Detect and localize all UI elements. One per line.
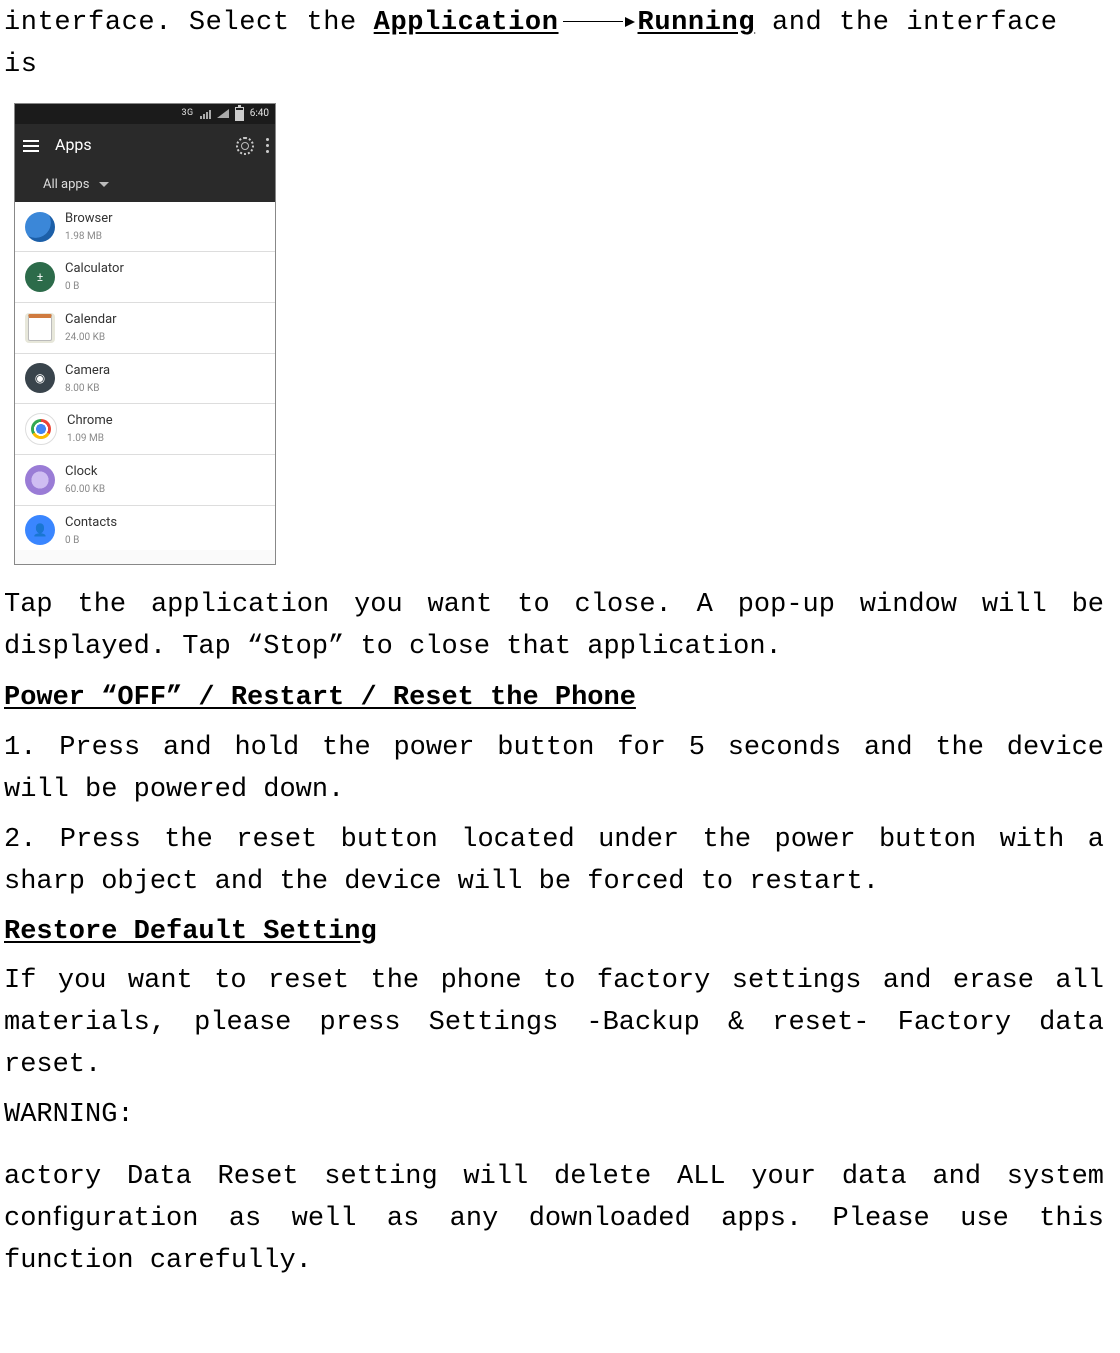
intro-prefix: interface. Select the: [4, 8, 374, 38]
app-row[interactable]: ◉ Camera8.00 KB: [15, 354, 275, 405]
app-size: 1.09 MB: [67, 431, 113, 447]
network-label: 3G: [182, 107, 194, 121]
app-size: 1.98 MB: [65, 229, 113, 245]
restore-paragraph: If you want to reset the phone to factor…: [4, 961, 1104, 1087]
intro-application-word: Application: [374, 8, 559, 38]
app-row-text: Contacts0 B: [65, 513, 117, 549]
app-row[interactable]: 👤 Contacts0 B: [15, 506, 275, 551]
signal-triangle-icon: [217, 109, 229, 118]
heading-power: Power “OFF” / Restart / Reset the Phone: [4, 678, 1104, 720]
app-name: Browser: [65, 209, 113, 229]
warning-block: actory Data Reset setting will delete AL…: [4, 1157, 1104, 1283]
clock-icon: [25, 465, 55, 495]
app-name: Clock: [65, 462, 105, 482]
gear-icon[interactable]: [236, 137, 254, 155]
warning-paragraph: actory Data Reset setting will delete AL…: [4, 1157, 1104, 1283]
power-step-2: 2. Press the reset button located under …: [4, 820, 1104, 904]
heading-restore: Restore Default Setting: [4, 912, 1104, 954]
app-row[interactable]: Calendar24.00 KB: [15, 303, 275, 354]
signal-strength-icon: [200, 109, 211, 119]
app-size: 8.00 KB: [65, 381, 110, 397]
chrome-icon: [25, 413, 57, 445]
app-size: 24.00 KB: [65, 330, 117, 346]
app-row-text: Browser1.98 MB: [65, 209, 113, 245]
power-step-1: 1. Press and hold the power button for 5…: [4, 728, 1104, 812]
warning-label: WARNING:: [4, 1095, 1104, 1137]
tap-paragraph: Tap the application you want to close. A…: [4, 585, 1104, 669]
app-row[interactable]: Browser1.98 MB: [15, 202, 275, 253]
contacts-icon: 👤: [25, 515, 55, 545]
calc-icon: ±: [25, 262, 55, 292]
app-row-text: Clock60.00 KB: [65, 462, 105, 498]
app-list: Browser1.98 MB±Calculator0 BCalendar24.0…: [15, 202, 275, 564]
filter-bar[interactable]: All apps: [15, 168, 275, 202]
status-bar: 3G 6:40: [15, 104, 275, 124]
intro-running-word: Running: [638, 8, 756, 38]
battery-icon: [235, 107, 244, 121]
overflow-menu-icon[interactable]: [266, 138, 269, 153]
phone-frame: 3G 6:40 Apps All apps Browser1.98 MB ± Cal…: [14, 103, 276, 565]
app-row[interactable]: ± Calculator0 B: [15, 252, 275, 303]
appbar-title: Apps: [55, 133, 92, 158]
camera-icon: ◉: [25, 363, 55, 393]
arrow: [559, 8, 638, 38]
status-clock: 6:40: [250, 106, 269, 122]
app-bar: Apps: [15, 124, 275, 168]
app-name: Calendar: [65, 310, 117, 330]
calendar-icon: [25, 313, 55, 343]
app-size: 0 B: [65, 533, 117, 549]
app-name: Contacts: [65, 513, 117, 533]
app-row-text: Chrome1.09 MB: [67, 411, 113, 447]
app-name: Camera: [65, 361, 110, 381]
app-name: Chrome: [67, 411, 113, 431]
caret-down-icon: [99, 182, 109, 187]
app-name: Calculator: [65, 259, 124, 279]
browser-icon: [25, 212, 55, 242]
intro-line: interface. Select the Application Running…: [4, 3, 1104, 87]
app-row-text: Calendar24.00 KB: [65, 310, 117, 346]
app-row-text: Calculator0 B: [65, 259, 124, 295]
app-row[interactable]: Chrome1.09 MB: [15, 404, 275, 455]
hamburger-icon[interactable]: [21, 138, 41, 154]
app-size: 0 B: [65, 279, 124, 295]
app-row-text: Camera8.00 KB: [65, 361, 110, 397]
filter-label: All apps: [43, 175, 89, 195]
app-row[interactable]: Clock60.00 KB: [15, 455, 275, 506]
phone-screenshot: 3G 6:40 Apps All apps Browser1.98 MB ± Cal…: [14, 103, 1104, 565]
app-size: 60.00 KB: [65, 482, 105, 498]
